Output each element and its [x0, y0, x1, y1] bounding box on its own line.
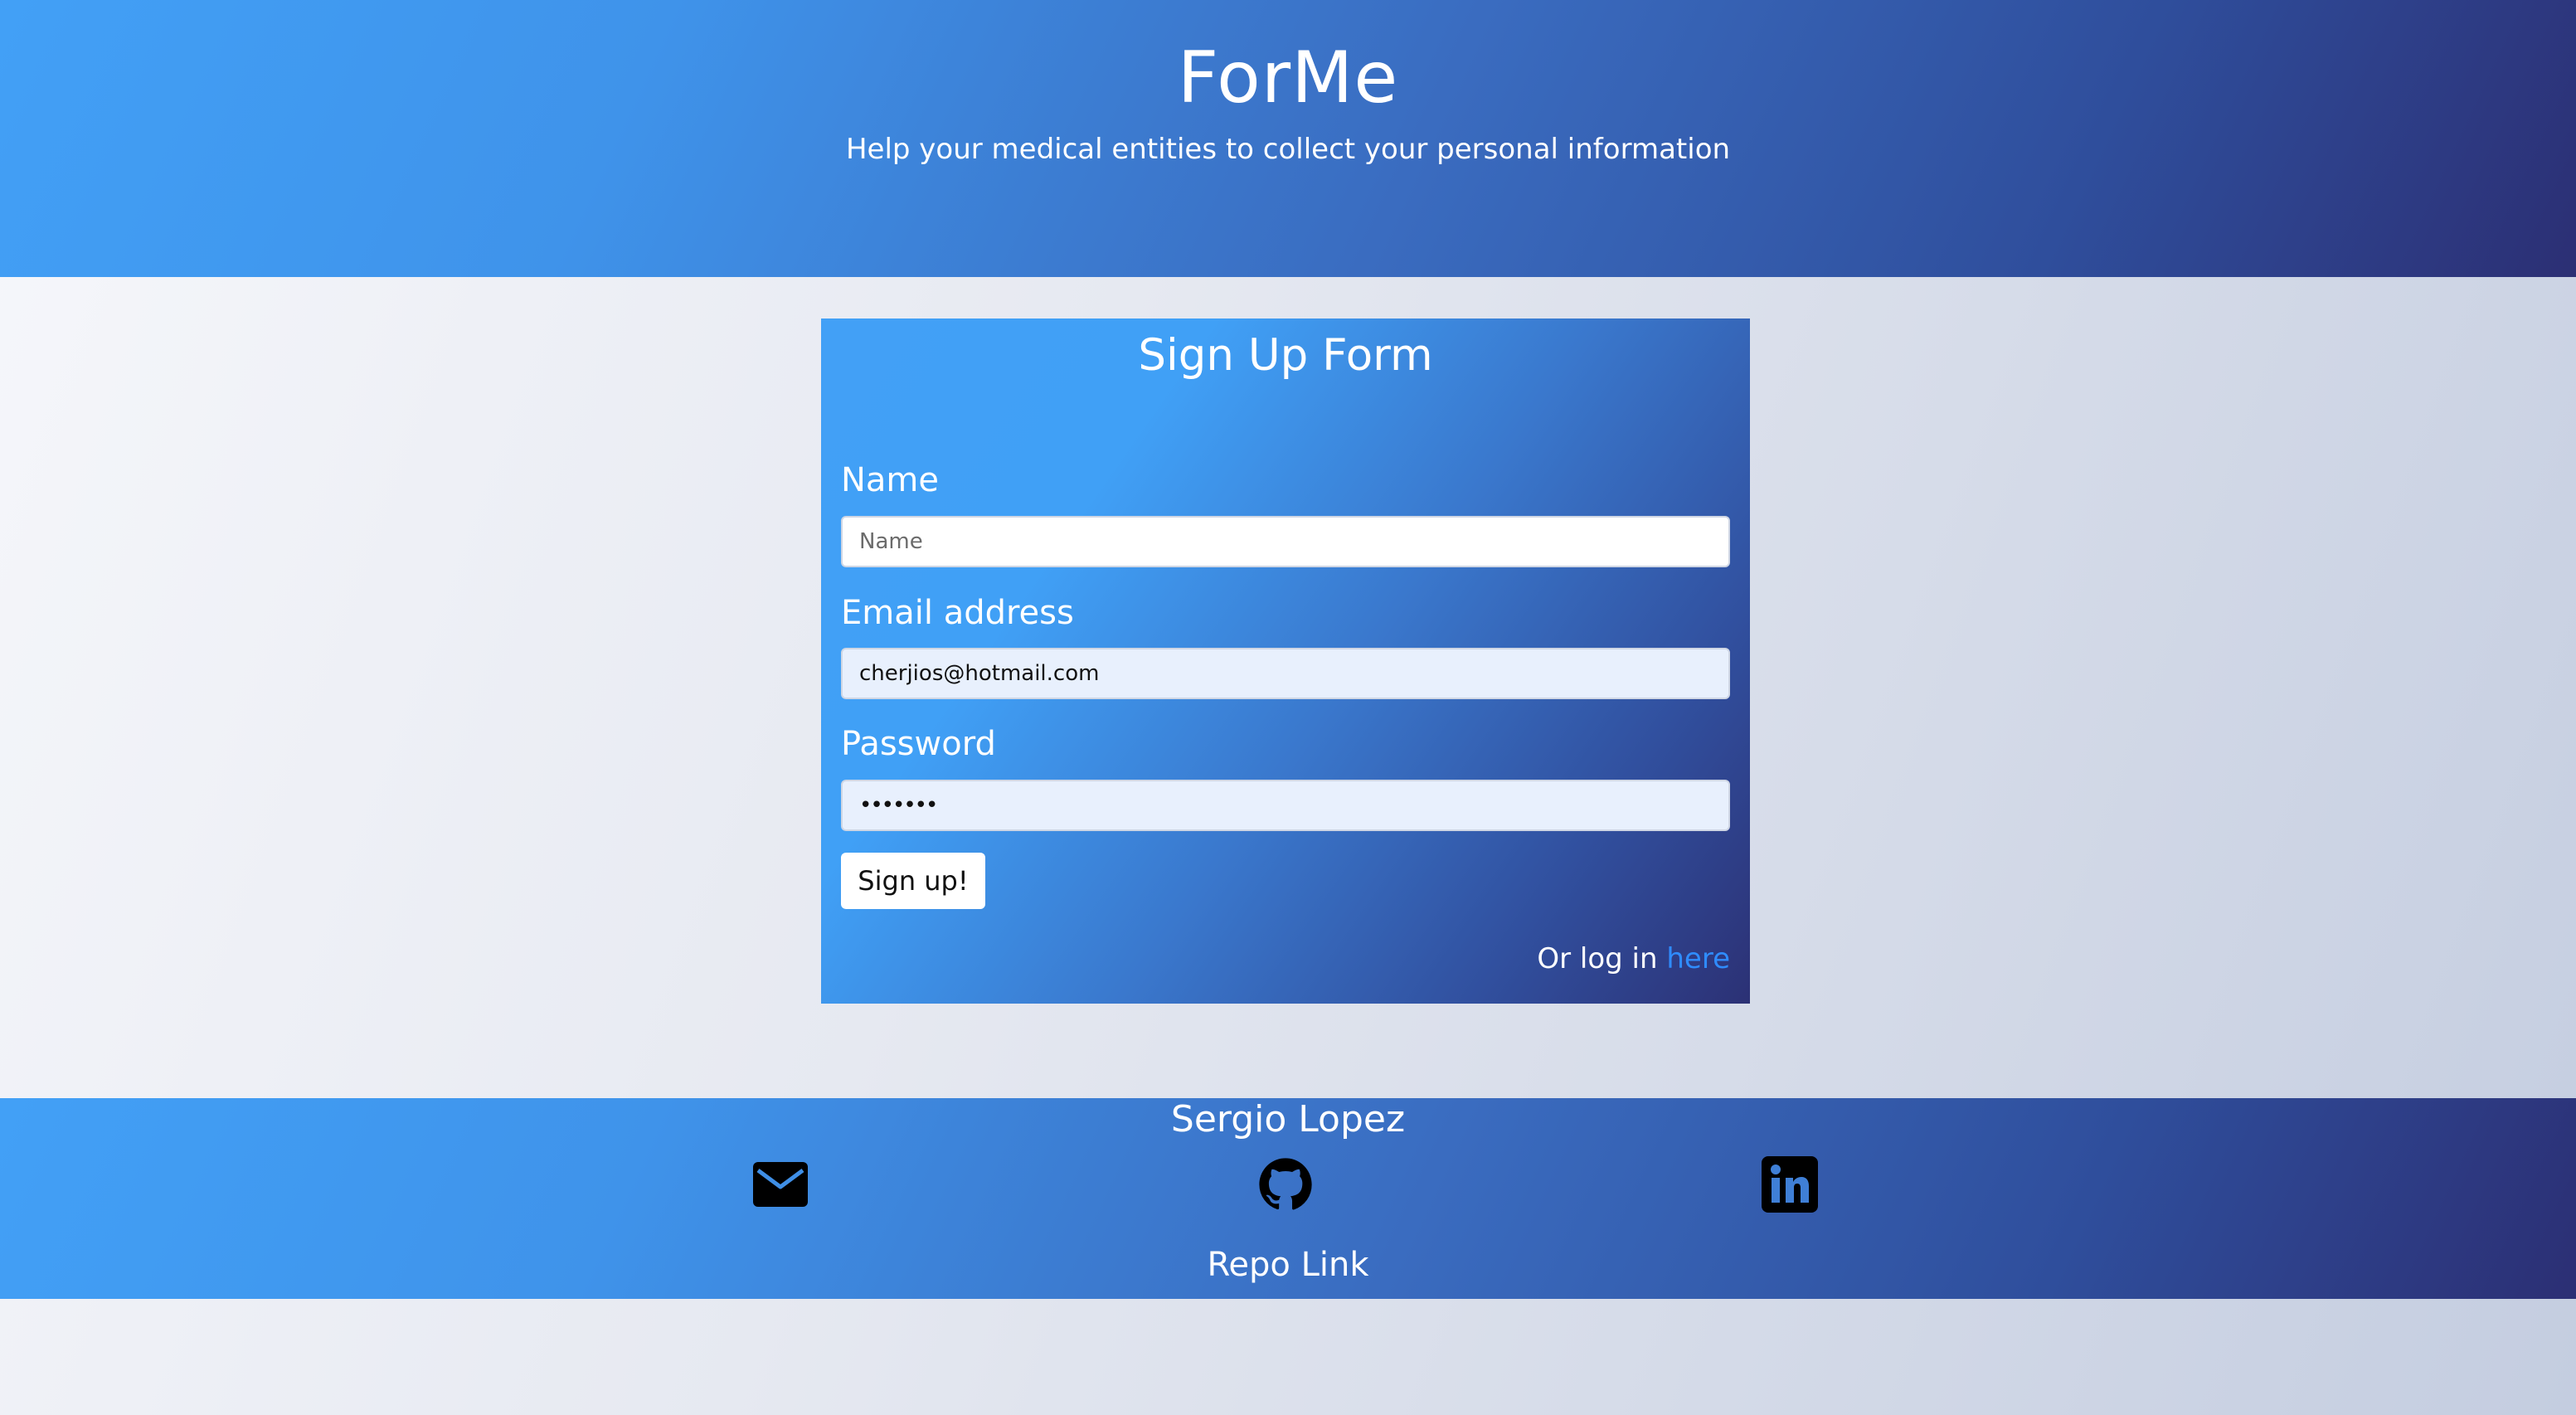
email-label: Email address	[841, 594, 1074, 632]
name-label: Name	[841, 461, 940, 499]
mail-icon[interactable]	[752, 1156, 809, 1213]
signup-button[interactable]: Sign up!	[841, 853, 985, 909]
password-label: Password	[841, 725, 996, 763]
github-icon[interactable]	[1257, 1156, 1314, 1213]
signup-form: Sign Up Form Name Name Email address che…	[821, 318, 1750, 1004]
login-link[interactable]: here	[1666, 942, 1730, 975]
name-input[interactable]: Name	[841, 516, 1730, 567]
author-name: Sergio Lopez	[1170, 1098, 1406, 1140]
page-footer: Sergio Lopez Repo Link	[0, 1098, 2576, 1299]
page-header: ForMe Help your medical entities to coll…	[0, 0, 2576, 277]
email-input[interactable]: cherjios@hotmail.com	[841, 648, 1730, 699]
form-title: Sign Up Form	[1138, 330, 1433, 381]
name-placeholder: Name	[859, 529, 923, 554]
brand-logo: ForMe	[1177, 36, 1399, 119]
tagline: Help your medical entities to collect yo…	[845, 133, 1731, 166]
password-value: •••••••	[859, 793, 938, 818]
login-line: Or log in here	[1537, 942, 1730, 975]
linkedin-icon[interactable]	[1762, 1156, 1818, 1213]
repo-link[interactable]: Repo Link	[0, 1246, 2576, 1284]
email-value: cherjios@hotmail.com	[859, 661, 1100, 686]
login-prefix: Or log in	[1537, 942, 1658, 975]
password-input[interactable]: •••••••	[841, 780, 1730, 831]
